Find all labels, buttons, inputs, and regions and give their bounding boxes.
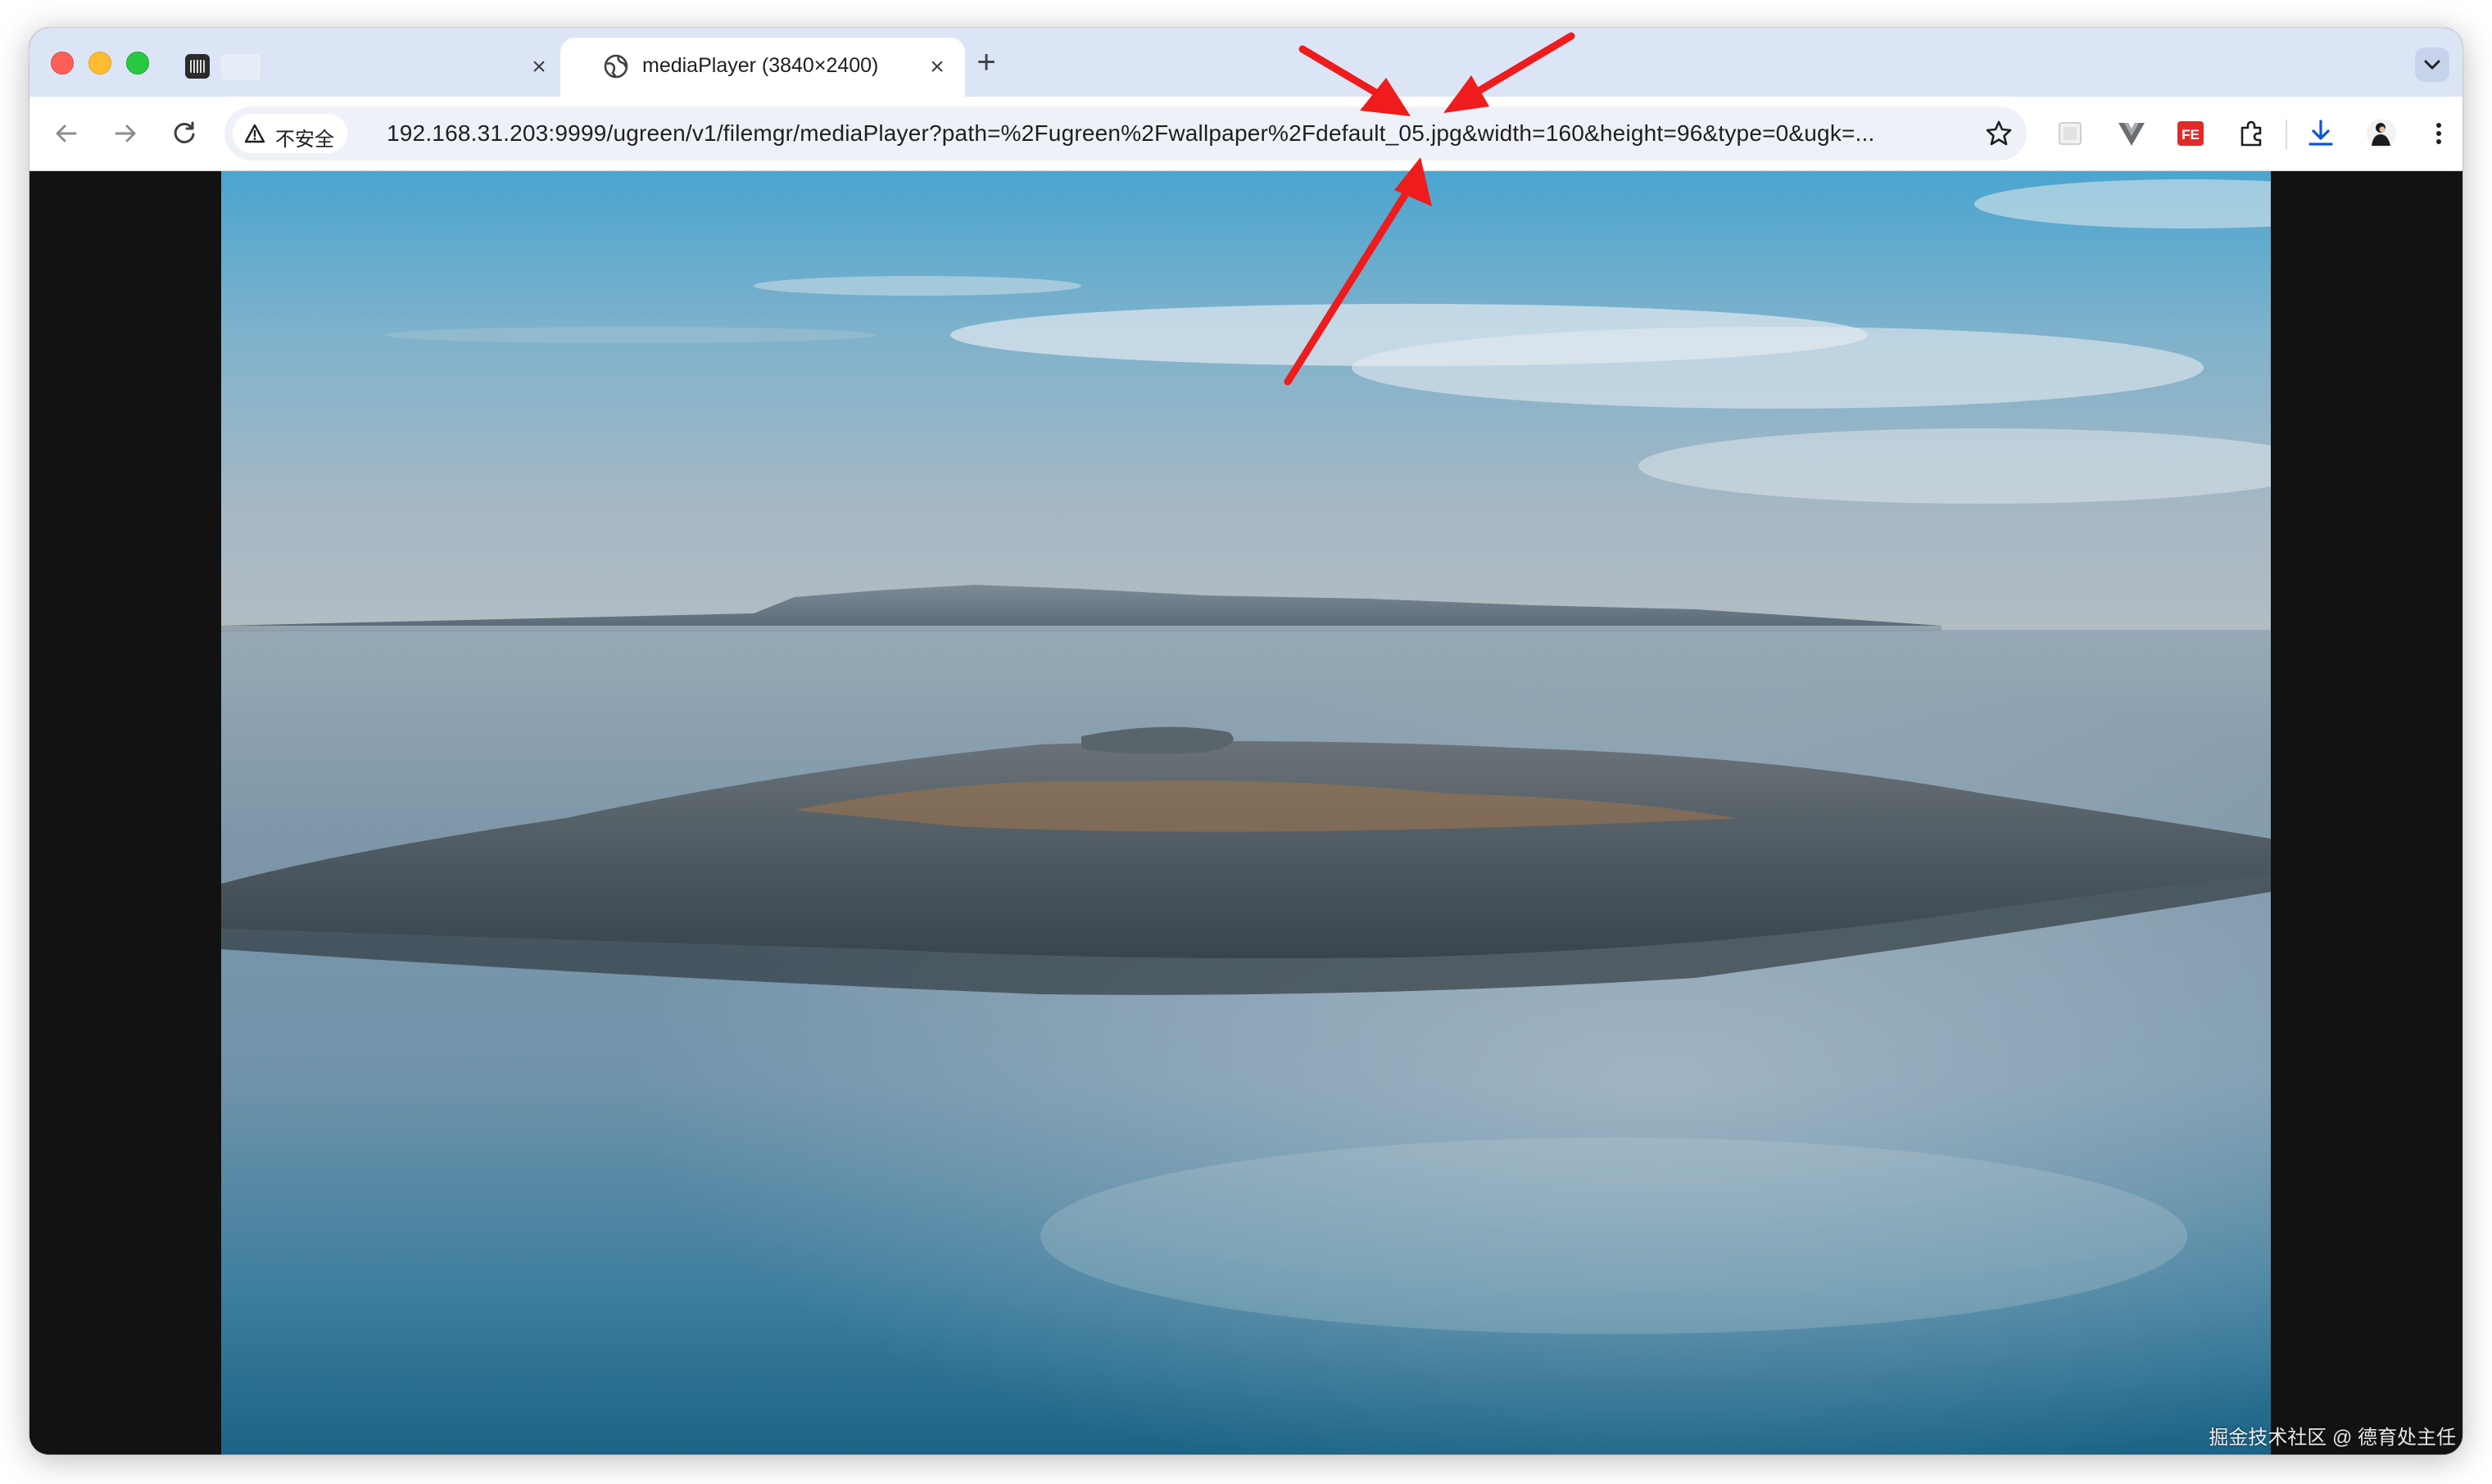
wallpaper-photo [221,171,2271,1455]
tab-strip: × mediaPlayer (3840×2400) × + [29,28,2463,97]
tab-title [221,54,261,80]
security-chip[interactable]: 不安全 [233,114,347,153]
svg-text:FE: FE [2182,127,2200,143]
download-icon[interactable] [2304,116,2338,151]
media-viewer: 掘金技术社区 @ 德育处主任 [29,171,2463,1455]
chevron-down-icon [2424,60,2440,70]
warning-icon [244,124,265,143]
arrow-right-icon[interactable] [108,116,143,151]
url-text[interactable]: 192.168.31.203:9999/ugreen/v1/filemgr/me… [387,120,1875,147]
fehelper-icon[interactable]: FE [2173,116,2208,151]
reload-icon[interactable] [167,116,202,151]
window-maximize-button[interactable] [126,52,149,75]
app-favicon-icon [185,54,210,79]
tab-close-button[interactable]: × [524,52,554,82]
new-tab-button[interactable]: + [970,46,1003,80]
kebab-menu-icon[interactable] [2422,116,2456,151]
window-close-button[interactable] [51,52,74,75]
star-icon[interactable] [1984,119,2014,148]
image-extension-icon[interactable] [2053,116,2087,151]
security-label: 不安全 [275,129,334,151]
browser-window: × mediaPlayer (3840×2400) × + 不安全 192.16… [29,28,2463,1455]
globe-icon [604,54,628,79]
tab-close-button[interactable]: × [922,52,952,82]
browser-toolbar: 不安全 192.168.31.203:9999/ugreen/v1/filemg… [29,97,2463,171]
window-minimize-button[interactable] [88,52,111,75]
tab-media-player[interactable]: mediaPlayer (3840×2400) × [560,38,965,97]
watermark-text: 掘金技术社区 @ 德育处主任 [2209,1427,2456,1449]
tab-search-button[interactable] [2415,48,2449,82]
tab-app[interactable]: × [169,38,562,97]
tab-title: mediaPlayer (3840×2400) [642,54,879,77]
address-bar[interactable]: 不安全 192.168.31.203:9999/ugreen/v1/filemg… [224,106,2027,161]
arrow-left-icon[interactable] [49,116,84,151]
toolbar-divider [2286,120,2287,149]
vue-devtools-icon[interactable] [2114,116,2149,151]
profile-avatar-icon[interactable] [2364,116,2399,151]
puzzle-icon[interactable] [2235,116,2269,151]
